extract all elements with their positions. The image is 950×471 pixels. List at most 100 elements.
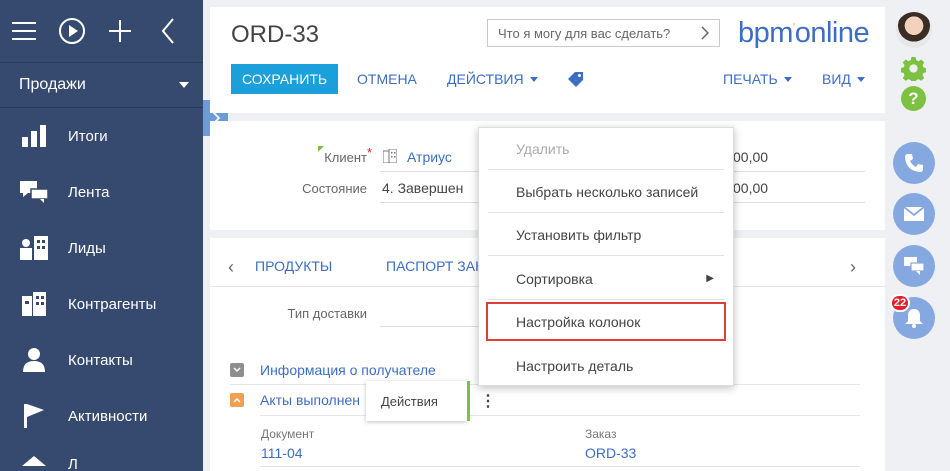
sidebar-item-label: Активности [68,407,148,425]
group-divider [260,415,860,416]
building-icon [383,149,397,163]
sidebar-topbar [0,0,203,62]
sidebar-item-accounts[interactable]: Контрагенты [0,276,203,332]
client-field[interactable]: Атриус [407,149,452,165]
save-button[interactable]: СОХРАНИТЬ [231,64,339,94]
building-icon [0,292,68,316]
sidebar-item-activities[interactable]: Активности [0,388,203,444]
back-button[interactable] [144,0,192,62]
table-row-divider [260,466,860,467]
email-button[interactable] [893,193,935,235]
amount-field-1[interactable]: 00,00 [733,149,768,165]
view-button[interactable]: ВИД [822,64,865,94]
table-cell-order[interactable]: ORD-33 [585,445,636,461]
actions-label: ДЕЙСТВИЯ [447,71,524,87]
tabs-scroll-left-button[interactable]: ‹ [228,257,234,278]
table-cell-document[interactable]: 111-04 [261,445,303,461]
group-toggle-recipient[interactable] [230,363,244,377]
sidebar-item-label: Итоги [68,127,108,145]
leads-icon [0,236,68,260]
header-card: ORD-33 Что я могу для вас сделать? bpm'o… [210,7,885,113]
field-divider [380,326,480,327]
right-panel: ? 22 [888,0,950,471]
caret-down-icon [856,76,865,82]
page-title: ORD-33 [231,21,320,48]
caret-down-icon [179,82,189,88]
tag-icon [568,71,583,87]
field-divider [380,202,480,203]
state-label: Состояние [302,181,367,196]
view-label: ВИД [822,71,851,87]
sidebar-item-feed[interactable]: Лента [0,164,203,220]
field-divider [380,171,480,172]
sidebar-item-next[interactable]: Л [0,444,203,471]
cancel-button[interactable]: ОТМЕНА [357,64,417,94]
tab-products[interactable]: ПРОДУКТЫ [255,258,332,274]
command-search-input[interactable]: Что я могу для вас сделать? [487,19,720,47]
plus-icon [109,20,131,42]
client-label: Клиент [324,150,367,165]
menu-button[interactable] [0,0,48,62]
caret-down-icon [783,76,792,82]
play-icon [59,18,85,44]
chat-icon [0,181,68,203]
settings-button[interactable] [900,56,927,84]
sidebar-item-label: Контрагенты [68,295,157,313]
menu-item-select-multiple[interactable]: Выбрать несколько записей [488,171,724,213]
group-recipient-info[interactable]: Информация о получателе [260,362,436,378]
notification-count-badge: 22 [890,294,910,312]
tabs-scroll-right-button[interactable]: › [850,257,856,278]
flag-icon [0,404,68,428]
menu-item-column-settings[interactable]: Настройка колонок [486,302,726,341]
avatar[interactable] [896,12,932,48]
help-button[interactable]: ? [901,86,926,111]
cancel-label: ОТМЕНА [357,71,417,87]
add-button[interactable] [96,0,144,62]
person-icon [0,348,68,372]
phone-icon [905,154,923,172]
search-placeholder: Что я могу для вас сделать? [498,25,671,41]
caret-down-icon [529,76,538,82]
required-marker: * [367,145,373,160]
tag-button[interactable] [568,64,583,94]
workspace-selector[interactable]: Продажи [0,62,203,108]
sidebar-item-label: Лента [68,183,110,201]
sidebar-item-leads[interactable]: Лиды [0,220,203,276]
bpmonline-logo: bpm'online [738,17,870,49]
sidebar-item-label: Контакты [68,351,133,369]
menu-item-sort[interactable]: Сортировка ▶ [488,258,724,300]
amount-field-2[interactable]: 00,00 [733,180,768,196]
envelope-icon [904,207,924,221]
print-button[interactable]: ПЕЧАТЬ [723,64,792,94]
menu-item-delete: Удалить [488,128,724,170]
actions-button[interactable]: ДЕЙСТВИЯ [447,64,538,94]
sidebar-item-label: Лиды [68,239,106,257]
field-divider [720,171,865,172]
feed-button[interactable] [893,245,935,287]
sidebar: Продажи Итоги Лента Лиды Контрагенты Кон… [0,0,203,471]
question-icon: ? [908,88,919,108]
submenu-arrow-icon: ▶ [706,273,714,284]
sidebar-item-summary[interactable]: Итоги [0,108,203,164]
process-button[interactable] [48,0,96,62]
print-label: ПЕЧАТЬ [723,71,778,87]
phone-button[interactable] [893,142,935,184]
sidebar-item-label: Л [68,455,78,471]
menu-item-configure-detail[interactable]: Настроить деталь [488,345,724,387]
detail-menu-button[interactable]: ⋮ [480,391,496,411]
delivery-type-label: Тип доставки [287,306,368,321]
tab-order-passport[interactable]: ПАСПОРТ ЗАКА [386,258,493,274]
group-acts[interactable]: Акты выполнен [260,392,360,408]
group-toggle-acts[interactable] [230,393,244,407]
kebab-icon: ⋮ [480,393,496,410]
sidebar-item-contacts[interactable]: Контакты [0,332,203,388]
menu-item-set-filter[interactable]: Установить фильтр [488,214,724,256]
state-field[interactable]: 4. Завершен [382,180,463,196]
actions-tooltip: Действия [366,381,470,421]
chevron-down-icon [233,367,241,373]
doc-icon [0,452,68,471]
hamburger-icon [12,22,36,40]
workspace-label: Продажи [19,76,86,93]
column-header-order[interactable]: Заказ [585,427,616,441]
column-header-document[interactable]: Документ [261,427,314,441]
